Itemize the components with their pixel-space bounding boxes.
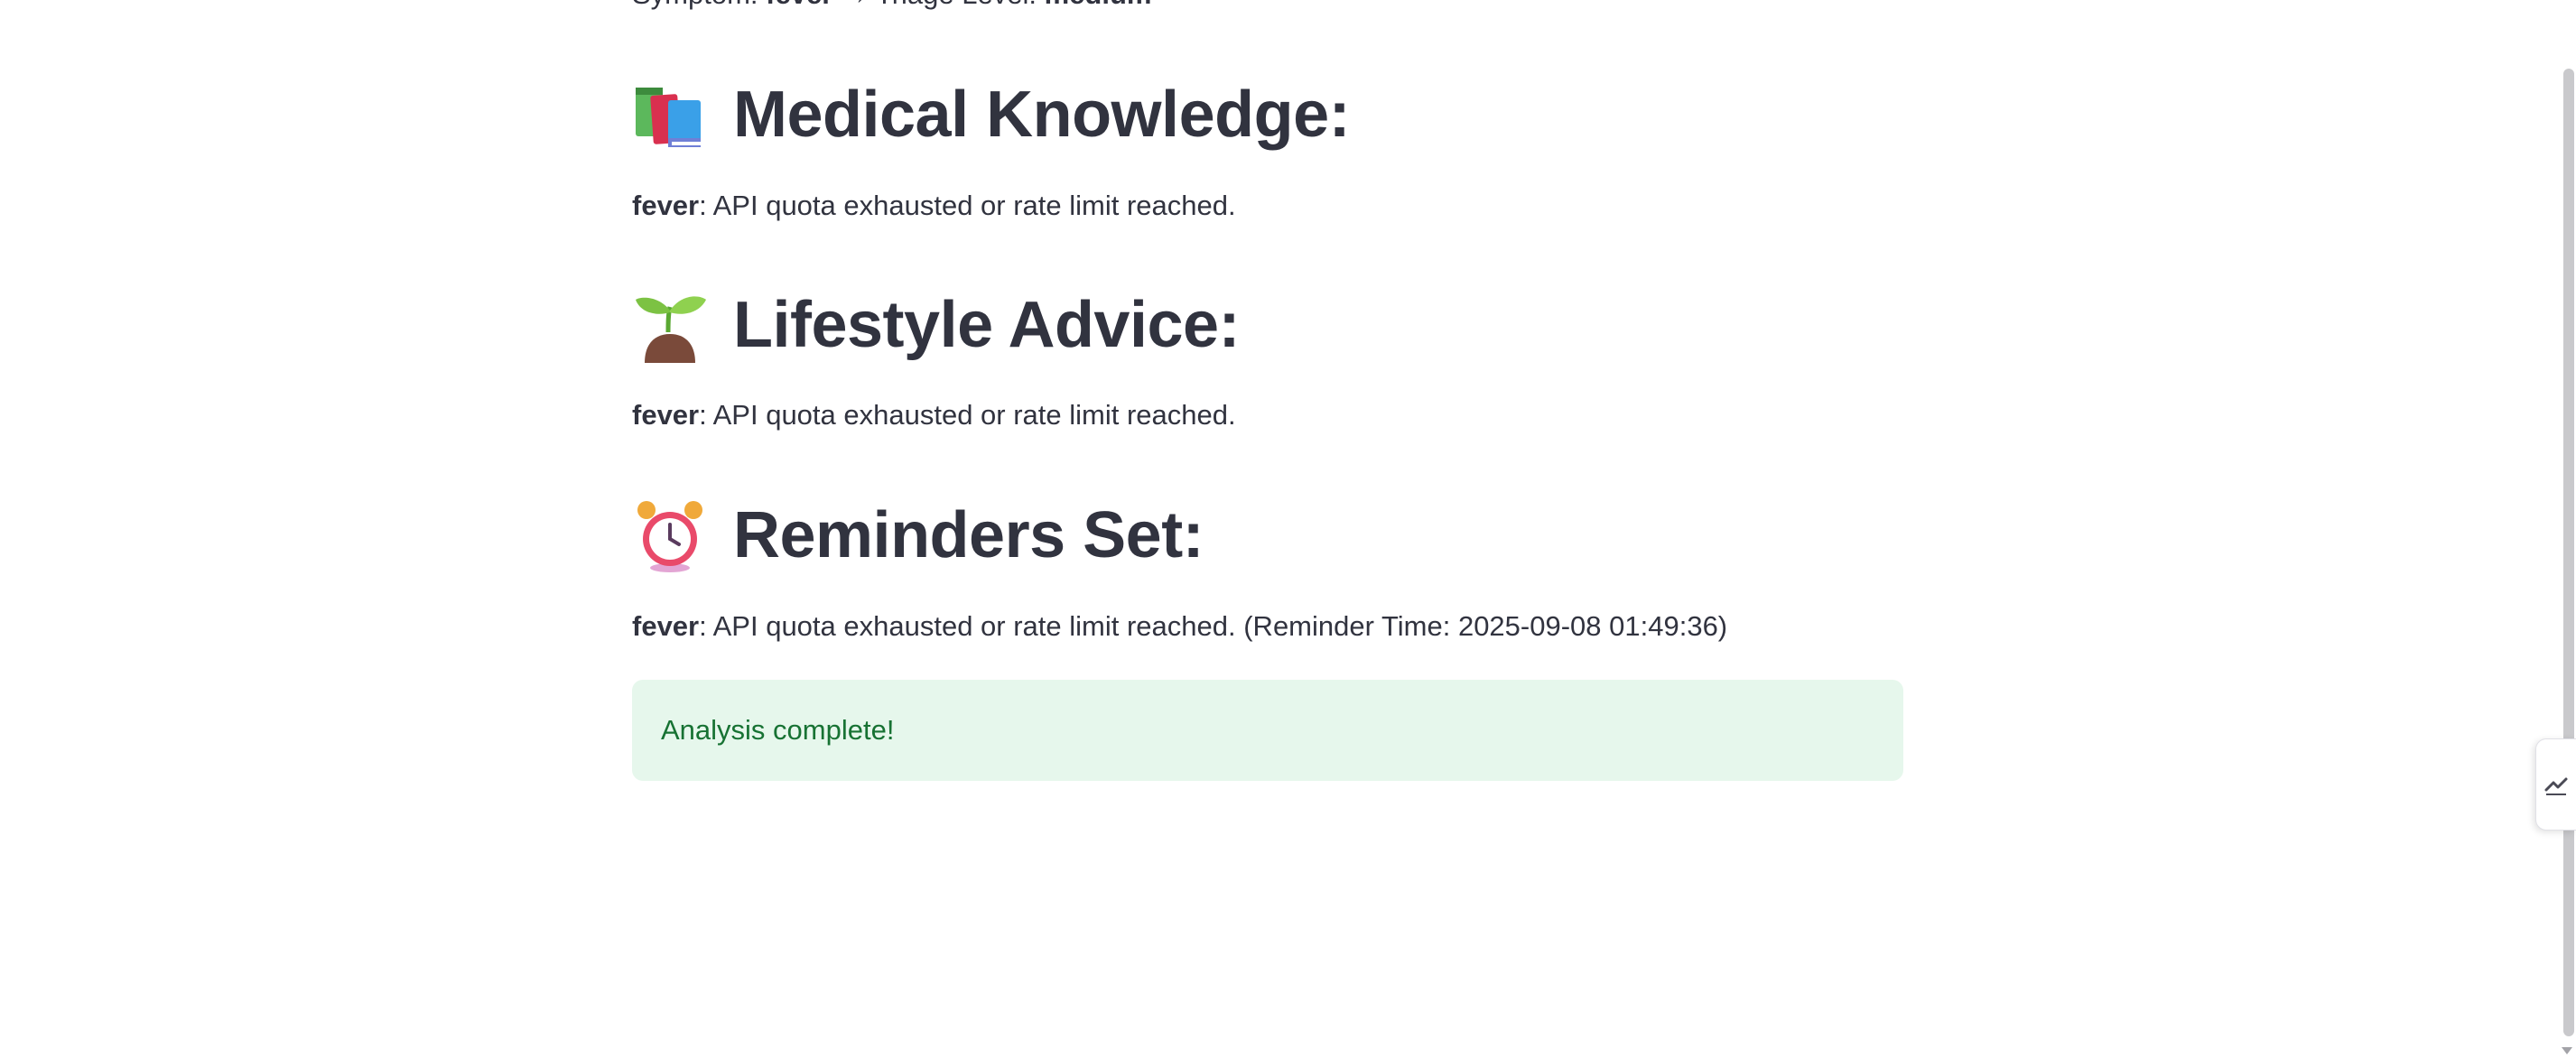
triage-value: medium (1045, 0, 1152, 10)
side-panel-toggle[interactable] (2535, 738, 2576, 831)
scroll-down-arrow-icon[interactable] (2562, 1047, 2572, 1054)
medical-knowledge-heading: Medical Knowledge: (632, 70, 1351, 160)
alarm-clock-icon (637, 501, 702, 572)
reminders-set-message: : API quota exhausted or rate limit reac… (699, 610, 1728, 642)
reminders-set-text: fever: API quota exhausted or rate limit… (632, 608, 1727, 645)
success-alert: Analysis complete! (632, 680, 1903, 781)
arrow-separator: → (832, 0, 876, 10)
books-icon (636, 88, 701, 147)
symptom-triage-line: Symptom: fever → Triage Level: medium (632, 0, 1151, 13)
lifestyle-advice-message: : API quota exhausted or rate limit reac… (699, 399, 1236, 431)
lifestyle-advice-title: Lifestyle Advice: (733, 289, 1241, 361)
lifestyle-advice-heading: Lifestyle Advice: (632, 280, 1241, 370)
reminders-set-heading: Reminders Set: (632, 490, 1204, 580)
symptom-value: fever (766, 0, 832, 10)
symptom-label: Symptom: (632, 0, 766, 10)
reminders-set-term: fever (632, 610, 700, 642)
chart-toggle-icon (2544, 777, 2568, 795)
triage-label: Triage Level: (876, 0, 1045, 10)
app-page: Symptom: fever → Triage Level: medium Me… (0, 0, 2576, 1058)
medical-knowledge-term: fever (632, 190, 700, 221)
lifestyle-advice-text: fever: API quota exhausted or rate limit… (632, 397, 1236, 433)
lifestyle-advice-term: fever (632, 399, 700, 431)
reminders-set-title: Reminders Set: (733, 499, 1204, 571)
medical-knowledge-text: fever: API quota exhausted or rate limit… (632, 188, 1236, 224)
seedling-icon (636, 296, 706, 363)
success-alert-message: Analysis complete! (661, 714, 895, 746)
medical-knowledge-message: : API quota exhausted or rate limit reac… (699, 190, 1236, 221)
medical-knowledge-title: Medical Knowledge: (733, 79, 1351, 151)
scrollbar-thumb[interactable] (2563, 69, 2574, 1036)
page-scrollbar[interactable] (2560, 0, 2576, 1058)
